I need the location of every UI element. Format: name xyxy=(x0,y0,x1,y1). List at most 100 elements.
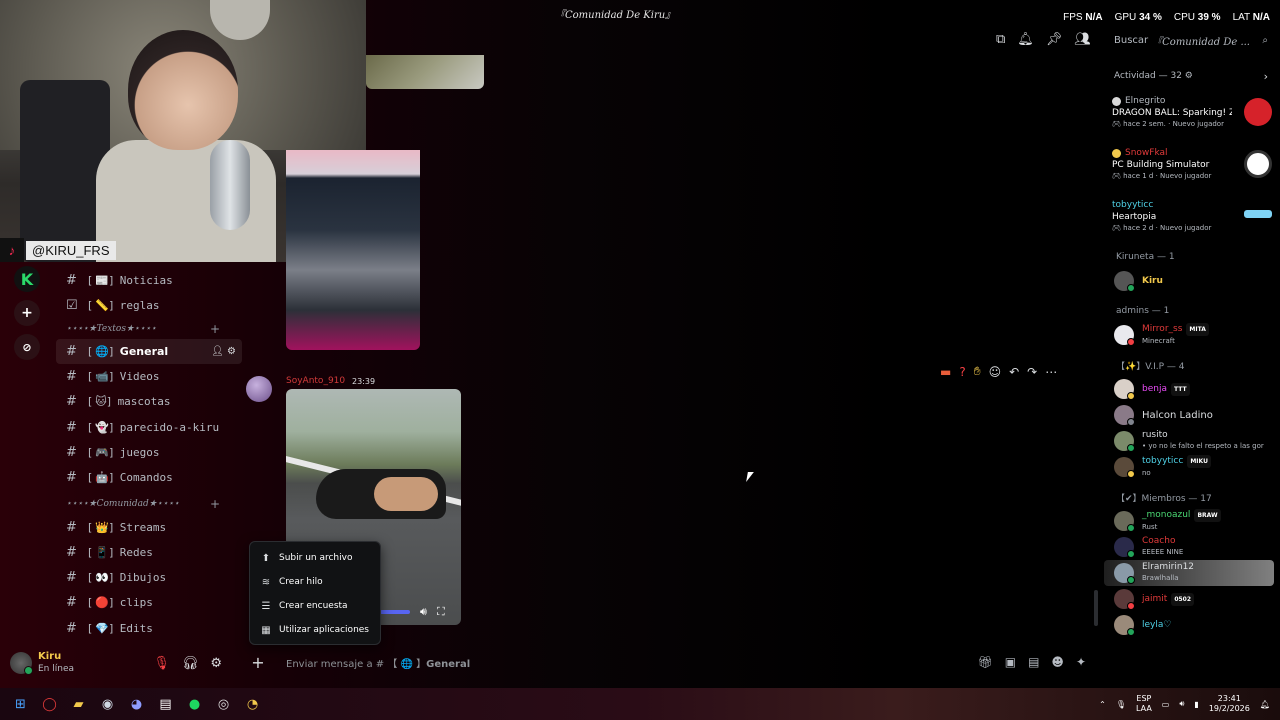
add-channel-icon[interactable]: + xyxy=(210,497,220,511)
clock[interactable]: 23:41 19/2/2026 xyxy=(1209,694,1250,714)
discover-icon[interactable]: ⊘ xyxy=(14,334,40,360)
gif-icon[interactable]: ▣ xyxy=(1005,655,1016,669)
chevron-right-icon[interactable]: › xyxy=(1264,70,1268,83)
bell-icon[interactable]: 🔔︎ xyxy=(1017,32,1034,47)
message-image[interactable] xyxy=(366,55,484,89)
network-icon[interactable]: ▭ xyxy=(1162,700,1170,709)
gift-icon[interactable]: 🎁︎ xyxy=(978,655,993,669)
chevron-up-icon[interactable]: ⌃ xyxy=(1099,700,1106,709)
member-item[interactable]: Elramirin12 Brawlhalla xyxy=(1104,560,1274,586)
menu-item-upload[interactable]: ⬆ Subir un archivo xyxy=(250,546,380,570)
activity-item[interactable]: Elnegrito DRAGON BALL: Sparking! Z... 🎮︎… xyxy=(1104,90,1280,142)
member-item[interactable]: tobyyticc MIKU no xyxy=(1104,454,1280,480)
threads-icon[interactable]: ⧉ xyxy=(996,32,1005,47)
avatar[interactable] xyxy=(246,376,272,402)
notification-icon[interactable]: 🔔︎ xyxy=(1260,700,1270,709)
channel-item[interactable]: #[🤖] Comandos xyxy=(56,465,242,490)
member-item[interactable]: rusito • yo no le falto el respeto a las … xyxy=(1104,428,1280,454)
category-textos[interactable]: ⋆⋆⋆⋆★Textos★⋆⋆⋆⋆ + xyxy=(56,319,242,339)
message-author[interactable]: SoyAnto_910 xyxy=(286,376,345,386)
volume-icon[interactable]: 🔊︎ xyxy=(420,605,427,619)
obs-icon[interactable]: ◎ xyxy=(215,696,232,713)
tiktok-handle: ♪ @KIRU_FRS xyxy=(0,238,116,262)
channel-item[interactable]: #[📰] Noticias xyxy=(56,268,242,293)
user-status: En línea xyxy=(38,664,75,674)
channel-item[interactable]: #[🐱] mascotas xyxy=(56,389,242,414)
channel-item[interactable]: #[💎] Edits xyxy=(56,616,242,641)
channel-toolbar: ⧉ 🔔︎ 📌︎ 👥︎ xyxy=(996,32,1091,47)
reply-icon[interactable]: ↶ xyxy=(1009,365,1019,379)
category-comunidad[interactable]: ⋆⋆⋆⋆★Comunidad★⋆⋆⋆⋆ + xyxy=(56,494,242,514)
forward-icon[interactable]: ↷ xyxy=(1027,365,1037,379)
search-input[interactable]: Buscar 『Comunidad De ... ⌕ xyxy=(1108,30,1274,50)
mouse-cursor xyxy=(746,472,754,482)
menu-item-poll[interactable]: ☰ Crear encuesta xyxy=(250,594,380,618)
volume-icon[interactable]: 🔊︎ xyxy=(1179,699,1184,709)
apps-icon[interactable]: ✦ xyxy=(1076,655,1086,669)
message-input[interactable]: Enviar mensaje a # 【 🌐 】General xyxy=(286,655,470,670)
members-icon[interactable]: 👥︎ xyxy=(1074,32,1091,47)
add-reaction-icon[interactable]: ☺ xyxy=(989,365,1002,379)
headphones-icon[interactable]: 🎧︎ xyxy=(182,656,199,671)
sticker-icon[interactable]: ▤ xyxy=(1028,655,1039,669)
member-item[interactable]: Mirror_ss MITA Minecraft xyxy=(1104,322,1280,348)
activity-header[interactable]: Actividad — 32 ⚙ › xyxy=(1104,62,1280,90)
message-image[interactable] xyxy=(286,150,420,350)
member-item[interactable]: Halcon Ladino xyxy=(1104,402,1280,428)
invite-settings-icons[interactable]: 👤︎ ⚙ xyxy=(211,346,236,357)
channel-list: #[📰] Noticias ☑[📏] reglas ⋆⋆⋆⋆★Textos★⋆⋆… xyxy=(56,268,242,641)
server-icon-kiru[interactable]: K xyxy=(14,266,40,292)
member-item[interactable]: leyla♡ xyxy=(1104,612,1280,638)
fullscreen-icon[interactable]: ⛶ xyxy=(437,605,445,619)
member-item[interactable]: benja TTT xyxy=(1104,376,1280,402)
add-server-icon[interactable]: + xyxy=(14,300,40,326)
member-item[interactable]: Kiru xyxy=(1104,268,1280,294)
gear-icon[interactable]: ⚙ xyxy=(210,656,222,671)
windows-start-icon[interactable]: ⊞ xyxy=(12,696,29,713)
activity-item[interactable]: tobyyticc Heartopia 🎮︎ hace 2 d · Nuevo … xyxy=(1104,194,1280,246)
hand-reaction-icon[interactable]: ✋︎ xyxy=(974,364,981,379)
member-item[interactable]: jaimit 0502 xyxy=(1104,586,1280,612)
channel-item[interactable]: #[📹] Videos xyxy=(56,364,242,389)
user-name: Kiru xyxy=(38,651,62,662)
emoji-icon[interactable]: ☻ xyxy=(1051,655,1064,669)
epic-icon[interactable]: ▤ xyxy=(157,696,174,713)
add-channel-icon[interactable]: + xyxy=(210,322,220,336)
pin-icon[interactable]: 📌︎ xyxy=(1046,32,1063,47)
channel-item[interactable]: #[👑] Streams xyxy=(56,514,242,539)
folder-icon[interactable]: ▰ xyxy=(70,696,87,713)
game-icon xyxy=(1244,150,1272,178)
member-item[interactable]: Coacho EEEEE NINE xyxy=(1104,534,1280,560)
channel-item[interactable]: #[👀] Dibujos xyxy=(56,565,242,590)
spotify-icon[interactable]: ● xyxy=(186,696,203,713)
channel-item[interactable]: #[📱] Redes xyxy=(56,540,242,565)
menu-item-thread[interactable]: ≋ Crear hilo xyxy=(250,570,380,594)
steam-icon[interactable]: ◉ xyxy=(99,696,116,713)
language-indicator[interactable]: ESP LAA xyxy=(1136,694,1152,714)
menu-item-apps[interactable]: ▦ Utilizar aplicaciones xyxy=(250,618,380,642)
channel-item[interactable]: #[👻] parecido-a-kiru xyxy=(56,414,242,439)
avatar[interactable] xyxy=(10,652,33,675)
chrome-icon[interactable]: ◔ xyxy=(244,696,261,713)
channel-item[interactable]: #[🔴] clips xyxy=(56,590,242,615)
message-composer: + Enviar mensaje a # 【 🌐 】General 🎁︎ ▣ ▤… xyxy=(248,648,1094,676)
role-header: admins — 1 xyxy=(1116,306,1170,316)
mic-muted-icon[interactable]: 🎙︎ xyxy=(153,656,170,671)
question-reaction-icon[interactable]: ? xyxy=(959,365,965,379)
channel-item[interactable]: ☑[📏] reglas xyxy=(56,293,242,318)
more-icon[interactable]: ⋯ xyxy=(1045,365,1057,379)
screen: 『Comunidad De Kiru』 FPS N/A GPU 34 % CPU… xyxy=(0,0,1280,720)
scrollbar[interactable] xyxy=(1094,590,1098,626)
channel-item[interactable]: #[🎮] juegos xyxy=(56,440,242,465)
attach-button[interactable]: + xyxy=(248,653,268,672)
channel-item-general[interactable]: #[🌐] General 👤︎ ⚙ xyxy=(56,338,242,364)
battery-icon[interactable]: ▮ xyxy=(1194,700,1198,709)
discord-icon[interactable]: ◕ xyxy=(128,696,145,713)
app-icon[interactable]: ◯ xyxy=(41,696,58,713)
mic-icon[interactable]: 🎙︎ xyxy=(1116,700,1126,709)
volume-bar[interactable] xyxy=(380,610,410,614)
flag-reaction-icon[interactable]: ▬ xyxy=(940,365,951,379)
member-item[interactable]: _monoazul BRAW Rust xyxy=(1104,508,1280,534)
game-icon xyxy=(1244,210,1272,218)
activity-item[interactable]: SnowFkal PC Building Simulator 🎮︎ hace 1… xyxy=(1104,142,1280,194)
